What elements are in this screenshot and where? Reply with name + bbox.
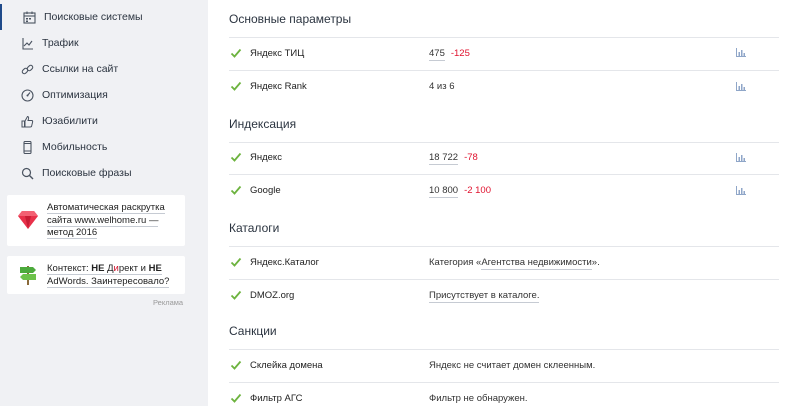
row-label-yandex-tic: Яндекс ТИЦ <box>250 48 305 59</box>
ruby-icon <box>17 210 39 235</box>
catalog-value-pre: Категория « <box>429 257 482 268</box>
check-icon <box>230 257 242 267</box>
catalog-value-post: ». <box>591 257 600 268</box>
chart-icon[interactable] <box>736 186 746 195</box>
row-value-domain-gluing: Яндекс не считает домен склеенным. <box>429 360 596 371</box>
ad-welhome-line2: сайта www.welhome.ru — <box>47 214 159 227</box>
divider <box>229 382 779 383</box>
ad-label: Реклама <box>153 298 184 307</box>
sidebar-item-traffic[interactable]: Трафик <box>0 30 193 56</box>
row-value-ags-filter: Фильтр не обнаружен. <box>429 393 528 404</box>
divider <box>229 349 779 350</box>
divider <box>229 70 779 71</box>
row-label-google: Google <box>250 185 281 196</box>
divider <box>229 279 779 280</box>
sidebar-item-optimization[interactable]: Оптимизация <box>0 82 193 108</box>
main-content: Основные параметры Яндекс ТИЦ 475 -125 Ян… <box>208 0 800 406</box>
sidebar-item-label: Оптимизация <box>42 89 108 101</box>
ad-context-text-a: Контекст: <box>47 263 92 274</box>
sidebar-item-search-phrases[interactable]: Поисковые фразы <box>0 160 193 186</box>
ad-context-text-e: рект и <box>118 263 149 274</box>
chart-icon[interactable] <box>736 153 746 162</box>
divider <box>229 246 779 247</box>
divider <box>229 174 779 175</box>
sidebar-item-label: Мобильность <box>42 141 108 153</box>
row-label-dmoz: DMOZ.org <box>250 290 295 301</box>
signpost-icon <box>17 264 39 291</box>
section-title-catalogs: Каталоги <box>229 221 280 235</box>
yandex-tic-value[interactable]: 475 <box>429 48 445 61</box>
row-label-ags-filter: Фильтр АГС <box>250 393 303 404</box>
sidebar-item-label: Юзабилити <box>42 115 98 127</box>
sidebar-item-label: Поисковые системы <box>44 11 143 23</box>
row-value-yandex-tic: 475 -125 <box>429 48 470 61</box>
check-icon <box>230 290 242 300</box>
check-icon <box>230 81 242 91</box>
row-label-yandex: Яндекс <box>250 152 282 163</box>
search-icon <box>19 165 35 181</box>
row-value-yandex: 18 722 -78 <box>429 152 478 165</box>
row-label-domain-gluing: Склейка домена <box>250 360 323 371</box>
row-label-yandex-catalog: Яндекс.Каталог <box>250 257 320 268</box>
google-index-value[interactable]: 10 800 <box>429 185 459 198</box>
gauge-icon <box>19 87 35 103</box>
sidebar-item-label: Поисковые фразы <box>42 167 132 179</box>
ad-welhome-line3: метод 2016 <box>47 227 98 239</box>
section-title-main-params: Основные параметры <box>229 12 352 26</box>
sidebar: Поисковые системы Трафик Ссылки на сайт … <box>0 0 193 406</box>
row-value-dmoz: Присутствует в каталоге. <box>429 290 540 303</box>
mobile-icon <box>19 139 35 155</box>
catalog-category-link[interactable]: Агентства недвижимости <box>481 257 592 270</box>
sidebar-item-search-engines[interactable]: Поисковые системы <box>0 4 193 30</box>
sidebar-item-links[interactable]: Ссылки на сайт <box>0 56 193 82</box>
ad-context-ne-1: НЕ <box>91 263 105 274</box>
divider <box>229 142 779 143</box>
divider <box>229 37 779 38</box>
check-icon <box>230 48 242 58</box>
row-value-google: 10 800 -2 100 <box>429 185 491 198</box>
ad-context-text-c: Д <box>104 263 114 274</box>
thumbs-up-icon <box>19 113 35 129</box>
check-icon <box>230 152 242 162</box>
link-icon <box>19 61 35 77</box>
row-value-yandex-catalog: Категория «Агентства недвижимости». <box>429 257 600 270</box>
sidebar-item-mobility[interactable]: Мобильность <box>0 134 193 160</box>
ad-context[interactable]: Контекст: НЕ Директ и НЕ AdWords. Заинте… <box>7 256 185 294</box>
section-title-sanctions: Санкции <box>229 324 277 338</box>
sidebar-item-label: Ссылки на сайт <box>42 63 119 75</box>
dmoz-value-link[interactable]: Присутствует в каталоге. <box>429 290 540 303</box>
section-title-indexing: Индексация <box>229 117 297 131</box>
check-icon <box>230 393 242 403</box>
ad-welhome[interactable]: Автоматическая раскрутка сайта www.welho… <box>7 195 185 246</box>
yandex-tic-delta: -125 <box>450 48 470 59</box>
ad-context-line2: AdWords. Заинтересовало? <box>47 275 170 288</box>
ad-context-ne-2: НЕ <box>148 263 162 274</box>
google-index-delta: -2 100 <box>464 185 491 196</box>
ad-welhome-line1: Автоматическая раскрутка <box>47 202 165 214</box>
chart-icon[interactable] <box>736 82 746 91</box>
sidebar-item-label: Трафик <box>42 37 79 49</box>
calendar-icon <box>21 9 37 25</box>
yandex-index-value[interactable]: 18 722 <box>429 152 459 165</box>
yandex-index-delta: -78 <box>464 152 478 163</box>
check-icon <box>230 185 242 195</box>
sidebar-item-usability[interactable]: Юзабилити <box>0 108 193 134</box>
chart-icon[interactable] <box>736 48 746 57</box>
row-label-yandex-rank: Яндекс Rank <box>250 81 307 92</box>
row-value-yandex-rank: 4 из 6 <box>429 81 455 92</box>
traffic-icon <box>19 35 35 51</box>
check-icon <box>230 360 242 370</box>
